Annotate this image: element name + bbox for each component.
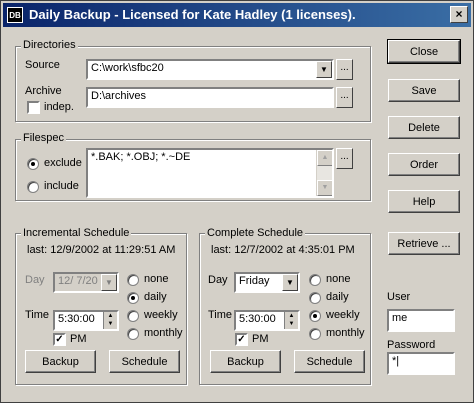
- complete-daily-radio[interactable]: [309, 292, 321, 304]
- incremental-backup-button[interactable]: Backup: [25, 350, 96, 373]
- spinner-arrows-icon[interactable]: ▲ ▼: [103, 312, 117, 329]
- incremental-pm-checkbox[interactable]: ✓: [53, 333, 66, 346]
- help-button[interactable]: Help: [388, 190, 460, 213]
- source-browse-button[interactable]: ...: [336, 59, 353, 80]
- password-value: *|: [392, 355, 400, 367]
- incremental-none-radio[interactable]: [127, 274, 139, 286]
- incremental-day-picker[interactable]: 12/ 7/20 ▼: [53, 272, 119, 293]
- incremental-group-label: Incremental Schedule: [21, 227, 132, 239]
- chevron-down-icon[interactable]: ▼: [282, 274, 298, 291]
- complete-backup-button[interactable]: Backup: [210, 350, 281, 373]
- include-label: include: [44, 180, 79, 192]
- incremental-schedule-button[interactable]: Schedule: [109, 350, 180, 373]
- complete-pm-label: PM: [252, 333, 269, 345]
- indep-checkbox[interactable]: [27, 101, 40, 114]
- app-icon: DB: [7, 7, 23, 23]
- incremental-daily-label: daily: [144, 291, 167, 303]
- complete-weekly-radio[interactable]: [309, 310, 321, 322]
- complete-monthly-radio[interactable]: [309, 328, 321, 340]
- archive-browse-button[interactable]: ...: [336, 87, 353, 108]
- archive-value: D:\archives: [91, 90, 147, 102]
- incremental-time-value: 5:30:00: [58, 313, 95, 325]
- incremental-monthly-label: monthly: [144, 327, 183, 339]
- close-window-button[interactable]: ×: [450, 6, 468, 23]
- complete-weekly-label: weekly: [326, 309, 360, 321]
- user-value: me: [392, 312, 408, 324]
- complete-none-label: none: [326, 273, 351, 285]
- complete-last-run: last: 12/7/2002 at 4:35:01 PM: [211, 244, 355, 256]
- scroll-up-icon[interactable]: ▲: [317, 150, 332, 166]
- chevron-down-icon[interactable]: ▼: [316, 61, 332, 78]
- archive-field[interactable]: D:\archives: [86, 87, 334, 108]
- complete-day-dropdown[interactable]: Friday ▼: [234, 272, 300, 293]
- incremental-daily-radio[interactable]: [127, 292, 139, 304]
- complete-day-label: Day: [208, 274, 228, 286]
- incremental-weekly-radio[interactable]: [127, 310, 139, 322]
- filespec-group-label: Filespec: [21, 132, 66, 144]
- incremental-day-label: Day: [25, 274, 45, 286]
- filespec-scrollbar[interactable]: ▲ ▼: [316, 150, 332, 196]
- incremental-last-run: last: 12/9/2002 at 11:29:51 AM: [27, 244, 176, 256]
- daily-backup-window: DB Daily Backup - Licensed for Kate Hadl…: [0, 0, 474, 403]
- archive-label: Archive: [25, 85, 62, 97]
- user-label: User: [387, 291, 411, 303]
- complete-daily-label: daily: [326, 291, 349, 303]
- directories-group-label: Directories: [21, 39, 78, 51]
- order-button[interactable]: Order: [388, 153, 460, 176]
- complete-group-label: Complete Schedule: [205, 227, 306, 239]
- title-bar[interactable]: DB Daily Backup - Licensed for Kate Hadl…: [3, 3, 471, 27]
- delete-button[interactable]: Delete: [388, 116, 460, 139]
- complete-time-value: 5:30:00: [239, 313, 276, 325]
- window-title: Daily Backup - Licensed for Kate Hadley …: [29, 7, 356, 22]
- spinner-arrows-icon[interactable]: ▲ ▼: [284, 312, 298, 329]
- password-label: Password: [387, 339, 436, 351]
- exclude-label: exclude: [44, 157, 82, 169]
- scroll-down-icon[interactable]: ▼: [317, 180, 332, 196]
- exclude-radio[interactable]: [27, 158, 39, 170]
- indep-label: indep.: [44, 101, 74, 113]
- retrieve-button[interactable]: Retrieve ...: [388, 232, 460, 255]
- complete-time-spinner[interactable]: 5:30:00 ▲ ▼: [234, 310, 300, 331]
- complete-monthly-label: monthly: [326, 327, 365, 339]
- source-value: C:\work\sfbc20: [91, 62, 164, 74]
- complete-schedule-button[interactable]: Schedule: [294, 350, 365, 373]
- incremental-time-label: Time: [25, 309, 50, 321]
- source-dropdown[interactable]: C:\work\sfbc20 ▼: [86, 59, 334, 80]
- complete-time-label: Time: [208, 309, 233, 321]
- incremental-pm-label: PM: [70, 333, 87, 345]
- user-field[interactable]: me: [387, 309, 455, 332]
- filespec-browse-button[interactable]: ...: [336, 148, 353, 169]
- filespec-value: *.BAK; *.OBJ; *.~DE: [91, 151, 191, 163]
- filespec-textarea[interactable]: *.BAK; *.OBJ; *.~DE ▲ ▼: [86, 148, 334, 198]
- save-button[interactable]: Save: [388, 79, 460, 102]
- chevron-down-icon[interactable]: ▼: [101, 274, 117, 291]
- password-field[interactable]: *|: [387, 352, 455, 375]
- include-radio[interactable]: [27, 181, 39, 193]
- incremental-monthly-radio[interactable]: [127, 328, 139, 340]
- complete-none-radio[interactable]: [309, 274, 321, 286]
- incremental-day-value: 12/ 7/20: [58, 275, 98, 287]
- complete-pm-checkbox[interactable]: ✓: [235, 333, 248, 346]
- incremental-weekly-label: weekly: [144, 309, 178, 321]
- complete-day-value: Friday: [239, 275, 270, 287]
- source-label: Source: [25, 59, 60, 71]
- incremental-time-spinner[interactable]: 5:30:00 ▲ ▼: [53, 310, 119, 331]
- close-button[interactable]: Close: [387, 39, 461, 64]
- incremental-none-label: none: [144, 273, 169, 285]
